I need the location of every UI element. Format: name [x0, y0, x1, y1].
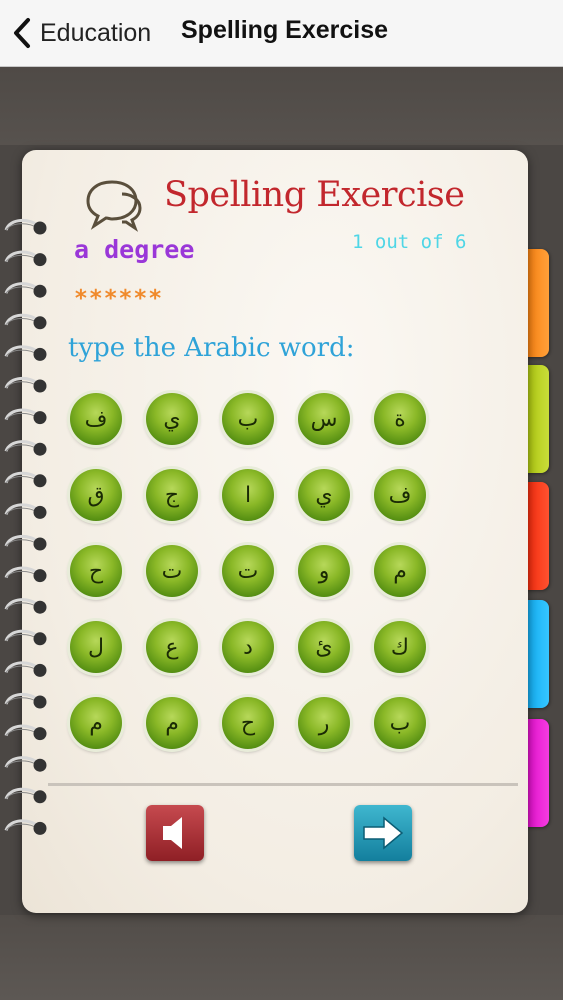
letter-key[interactable]: ر [298, 697, 350, 749]
spiral-ring [4, 313, 47, 330]
background-band [0, 67, 563, 145]
spiral-ring [4, 819, 47, 835]
letter-key[interactable]: س [298, 393, 350, 445]
next-button[interactable] [354, 805, 412, 861]
spiral-ring [4, 724, 47, 741]
exercise-title: Spelling Exercise [164, 175, 465, 215]
letter-key[interactable]: د [222, 621, 274, 673]
spiral-ring [4, 345, 47, 361]
letter-key[interactable]: ي [298, 469, 350, 521]
letter-key[interactable]: م [374, 545, 426, 597]
navigation-bar: Education Spelling Exercise [0, 0, 563, 67]
spiral-ring [4, 693, 47, 709]
chevron-left-icon [14, 18, 30, 48]
letter-key[interactable]: ك [374, 621, 426, 673]
arrow-right-icon [363, 816, 404, 850]
letter-key[interactable]: ئ [298, 621, 350, 673]
letter-key[interactable]: و [298, 545, 350, 597]
spiral-ring [4, 408, 47, 425]
letter-key[interactable]: ب [374, 697, 426, 749]
letter-key[interactable]: ف [374, 469, 426, 521]
letter-key[interactable]: ت [146, 545, 198, 597]
letter-key[interactable]: ف [70, 393, 122, 445]
letter-key[interactable]: ع [146, 621, 198, 673]
spiral-ring [4, 282, 47, 298]
spiral-ring [4, 503, 47, 519]
letter-key[interactable]: ي [146, 393, 198, 445]
speaker-icon [163, 817, 182, 849]
letter-key[interactable]: ح [70, 545, 122, 597]
spiral-ring [4, 471, 47, 488]
answer-placeholder-stars: ****** [74, 286, 164, 312]
progress-label: 1 out of 6 [352, 231, 467, 253]
letter-key[interactable]: ت [222, 545, 274, 597]
play-sound-button[interactable] [146, 805, 204, 861]
letter-key[interactable]: ق [70, 469, 122, 521]
spiral-ring [4, 566, 47, 583]
spiral-ring [4, 756, 47, 772]
background-band-bottom [0, 915, 563, 1000]
letter-key[interactable]: ة [374, 393, 426, 445]
letter-key[interactable]: ج [146, 469, 198, 521]
divider [48, 783, 518, 786]
spiral-ring [4, 377, 47, 393]
letter-key[interactable]: م [70, 697, 122, 749]
spiral-ring [4, 440, 47, 456]
nav-title: Spelling Exercise [181, 16, 389, 44]
spiral-binding [4, 219, 47, 835]
letter-keyboard: فيبسةقجايفحتتوملعدئكممحرب [70, 393, 430, 753]
spiral-ring [4, 535, 47, 551]
speech-bubbles-icon [86, 180, 142, 232]
back-button[interactable]: Education [8, 14, 151, 52]
letter-key[interactable]: ب [222, 393, 274, 445]
letter-key[interactable]: ل [70, 621, 122, 673]
spiral-ring [4, 661, 47, 677]
spiral-ring [4, 787, 47, 804]
spiral-ring [4, 219, 47, 235]
letter-key[interactable]: ا [222, 469, 274, 521]
instruction-prompt: type the Arabic word: [68, 333, 355, 363]
english-word: a degree [74, 235, 195, 264]
spiral-ring [4, 629, 47, 646]
letter-key[interactable]: ح [222, 697, 274, 749]
letter-key[interactable]: م [146, 697, 198, 749]
back-label: Education [40, 18, 152, 47]
spiral-ring [4, 598, 47, 614]
spiral-ring [4, 250, 47, 267]
